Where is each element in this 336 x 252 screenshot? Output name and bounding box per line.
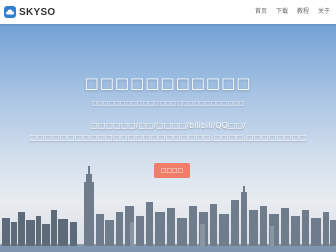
hero-subtitle: □□□□□□□□□□□□□□□□□□□□□□□□□□□ <box>91 100 245 107</box>
brand-name: SKYSO <box>19 6 56 18</box>
hero-description: □□□□□□/□□/□□□□/bilibili/QQ□□/□□□□□□□□□□□… <box>29 121 307 142</box>
nav-item-2[interactable]: 下载 <box>276 6 288 18</box>
nav-item-4[interactable]: 关于 <box>318 6 330 18</box>
brand-logo[interactable]: SKYSO <box>4 4 56 20</box>
cloud-logo-icon <box>4 6 16 18</box>
hero-title: □□□□□□□□□□□ <box>84 74 252 92</box>
main-nav: 首页 下载 教程 关于 <box>255 6 330 18</box>
top-navigation-bar: SKYSO 首页 下载 教程 关于 <box>0 0 336 24</box>
nav-item-3[interactable]: 教程 <box>297 6 309 18</box>
nav-item-1[interactable]: 首页 <box>255 6 267 18</box>
cta-button[interactable]: □□□□ <box>154 163 190 178</box>
